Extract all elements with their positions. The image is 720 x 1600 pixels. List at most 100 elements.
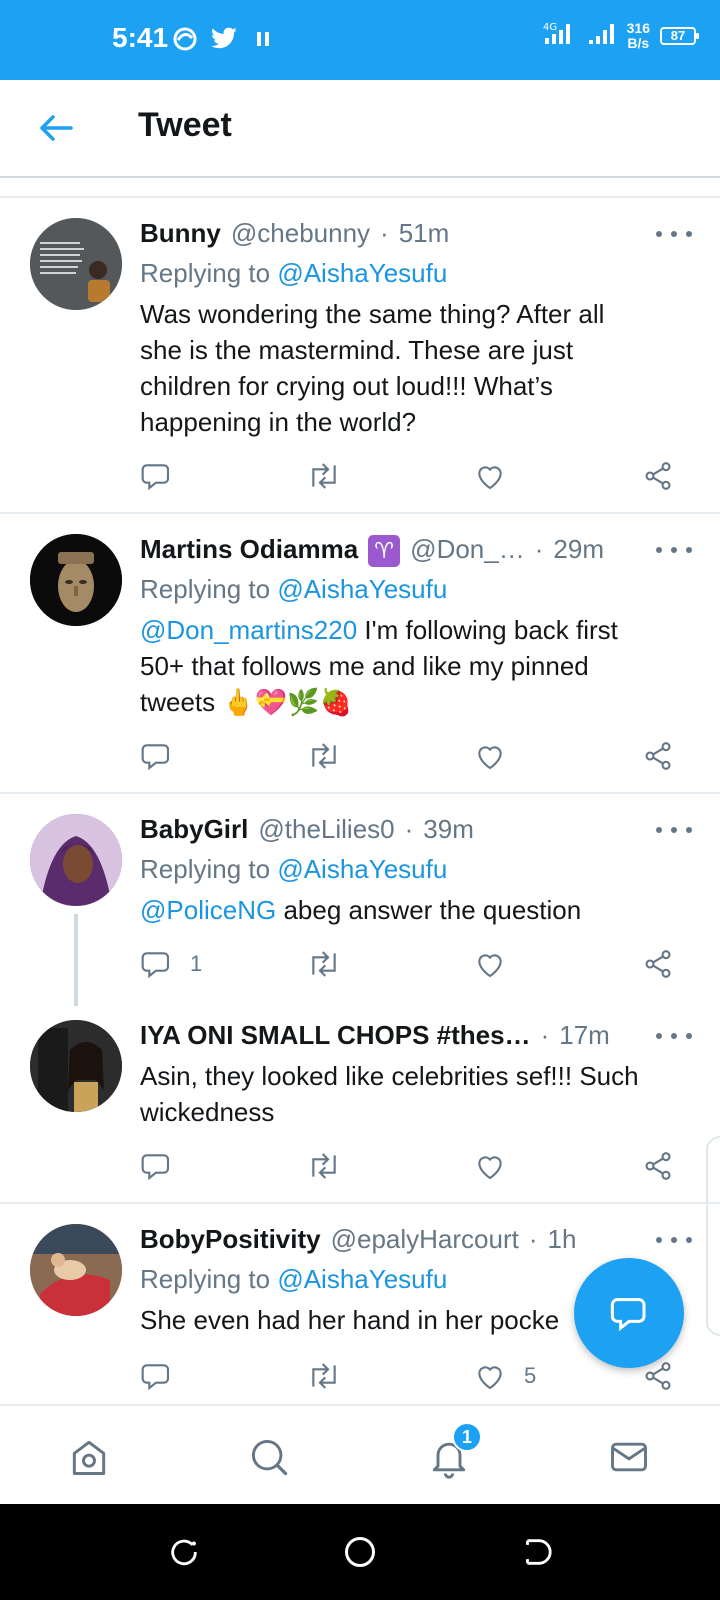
tweet-actions: 1 xyxy=(140,944,690,984)
network-speed: 316 B/s xyxy=(626,19,650,51)
tweet-text-segment: abeg answer the question xyxy=(276,895,582,925)
replying-to: Replying to @AishaYesufu xyxy=(140,574,447,605)
mention-link[interactable]: @Don_martins220 xyxy=(140,615,357,645)
tweet-actions xyxy=(140,1146,690,1186)
retweet-button[interactable] xyxy=(306,456,342,496)
status-right-group: 4G 316 B/s 87 xyxy=(543,19,699,51)
share-button[interactable] xyxy=(642,456,674,496)
retweet-icon xyxy=(312,743,336,769)
more-options-button[interactable] xyxy=(656,1230,692,1250)
avatar-babygirl[interactable] xyxy=(30,814,122,906)
replying-to-handle[interactable]: @AishaYesufu xyxy=(277,854,447,884)
author-handle[interactable]: @epalyHarcourt xyxy=(331,1224,519,1255)
recent-apps-button[interactable] xyxy=(164,1532,204,1572)
tweet-text-line: children for crying out loud!!! What’s xyxy=(140,371,553,401)
more-options-button[interactable] xyxy=(656,820,692,840)
tweet-text-line: @PoliceNG abeg answer the question xyxy=(140,892,684,928)
separator-dot: · xyxy=(380,218,389,248)
tweet-time[interactable]: 51m xyxy=(399,218,450,249)
author-handle[interactable]: @theLilies0 xyxy=(258,814,394,845)
like-button[interactable] xyxy=(474,456,524,496)
retweet-button[interactable] xyxy=(306,1356,342,1396)
back-button[interactable] xyxy=(36,108,76,148)
system-navigation-bar xyxy=(0,1504,720,1600)
tweet-header: Martins Odiamma ♈ @Don_… · 29m xyxy=(140,534,650,567)
tweet-time[interactable]: 39m xyxy=(423,814,474,845)
author-name[interactable]: IYA ONI SMALL CHOPS #thes… xyxy=(140,1020,531,1051)
tweet-actions xyxy=(140,736,690,776)
pause-icon xyxy=(255,24,271,54)
author-name[interactable]: BobyPositivity xyxy=(140,1224,321,1255)
like-button[interactable]: 5 xyxy=(474,1356,536,1396)
compose-reply-button[interactable] xyxy=(574,1258,684,1368)
like-count: 5 xyxy=(524,1363,537,1388)
tweet-header: Bunny @chebunny · 51m xyxy=(140,218,650,249)
more-options-button[interactable] xyxy=(656,1026,692,1046)
reply-button[interactable] xyxy=(140,1146,190,1186)
replying-to-handle[interactable]: @AishaYesufu xyxy=(277,1264,447,1294)
replying-to-handle[interactable]: @AishaYesufu xyxy=(277,258,447,288)
tweet-actions xyxy=(140,456,690,496)
share-button[interactable] xyxy=(642,1146,674,1186)
nav-home-button[interactable] xyxy=(64,1432,114,1482)
page-title: Tweet xyxy=(138,106,232,144)
reply-icon xyxy=(141,744,170,771)
avatar-bobypositivity[interactable] xyxy=(30,1224,122,1316)
retweet-button[interactable] xyxy=(306,1146,342,1186)
author-handle[interactable]: @Don_… xyxy=(410,534,525,565)
heart-icon xyxy=(478,1366,502,1390)
separator-dot: · xyxy=(528,1224,538,1254)
nav-messages-button[interactable] xyxy=(604,1432,654,1482)
like-button[interactable] xyxy=(474,944,524,984)
reply-button[interactable] xyxy=(140,456,190,496)
tweet-time[interactable]: 17m xyxy=(559,1020,610,1051)
back-system-button[interactable] xyxy=(516,1532,556,1572)
replying-prefix: Replying to xyxy=(140,258,271,288)
separator-dot: · xyxy=(404,814,414,844)
home-system-button[interactable] xyxy=(340,1532,380,1572)
heart-icon xyxy=(478,746,502,770)
nav-search-button[interactable] xyxy=(244,1432,294,1482)
retweet-button[interactable] xyxy=(306,736,342,776)
retweet-button[interactable] xyxy=(306,944,342,984)
tweet-text: Asin, they looked like celebrities sef!!… xyxy=(140,1058,684,1130)
author-name[interactable]: BabyGirl xyxy=(140,814,248,845)
svg-text:4G: 4G xyxy=(543,22,557,33)
share-button[interactable] xyxy=(642,944,674,984)
reply-button[interactable] xyxy=(140,1356,190,1396)
reply-icon xyxy=(141,952,170,979)
divider xyxy=(0,196,720,198)
like-button[interactable] xyxy=(474,736,524,776)
mail-icon xyxy=(611,1442,647,1472)
replying-to-handle[interactable]: @AishaYesufu xyxy=(277,574,447,604)
battery-level: 87 xyxy=(670,28,686,43)
tweet-header: IYA ONI SMALL CHOPS #thes… · 17m xyxy=(140,1020,650,1051)
heart-icon xyxy=(478,954,502,978)
more-options-button[interactable] xyxy=(656,540,692,560)
like-button[interactable] xyxy=(474,1146,524,1186)
signal-4g-icon: 4G xyxy=(543,20,577,51)
tweet-time[interactable]: 29m xyxy=(553,534,604,565)
tweet-text-line: wickedness xyxy=(140,1097,275,1127)
divider xyxy=(0,512,720,514)
more-options-button[interactable] xyxy=(656,224,692,244)
status-time: 5:41 xyxy=(112,22,169,53)
author-name[interactable]: Bunny xyxy=(140,218,221,249)
replying-to: Replying to @AishaYesufu xyxy=(140,258,447,289)
mention-link[interactable]: @PoliceNG xyxy=(140,895,276,925)
avatar-martins-odiamma[interactable] xyxy=(30,534,122,626)
avatar-iya-oni[interactable] xyxy=(30,1020,122,1112)
author-name[interactable]: Martins Odiamma xyxy=(140,534,358,565)
author-handle[interactable]: @chebunny xyxy=(231,218,370,249)
tweet-text-line: @Don_martins220 I'm following back first xyxy=(140,612,684,648)
network-speed-unit: B/s xyxy=(627,34,650,51)
share-button[interactable] xyxy=(642,736,674,776)
reply-button[interactable] xyxy=(140,736,190,776)
avatar-bunny[interactable] xyxy=(30,218,122,310)
divider xyxy=(0,1202,720,1204)
network-speed-value: 316 xyxy=(626,19,650,36)
reply-button[interactable]: 1 xyxy=(140,944,202,984)
thread-connector-line xyxy=(74,914,78,1006)
tweet-text-line: 50+ that follows me and like my pinned xyxy=(140,651,589,681)
tweet-time[interactable]: 1h xyxy=(548,1224,577,1255)
